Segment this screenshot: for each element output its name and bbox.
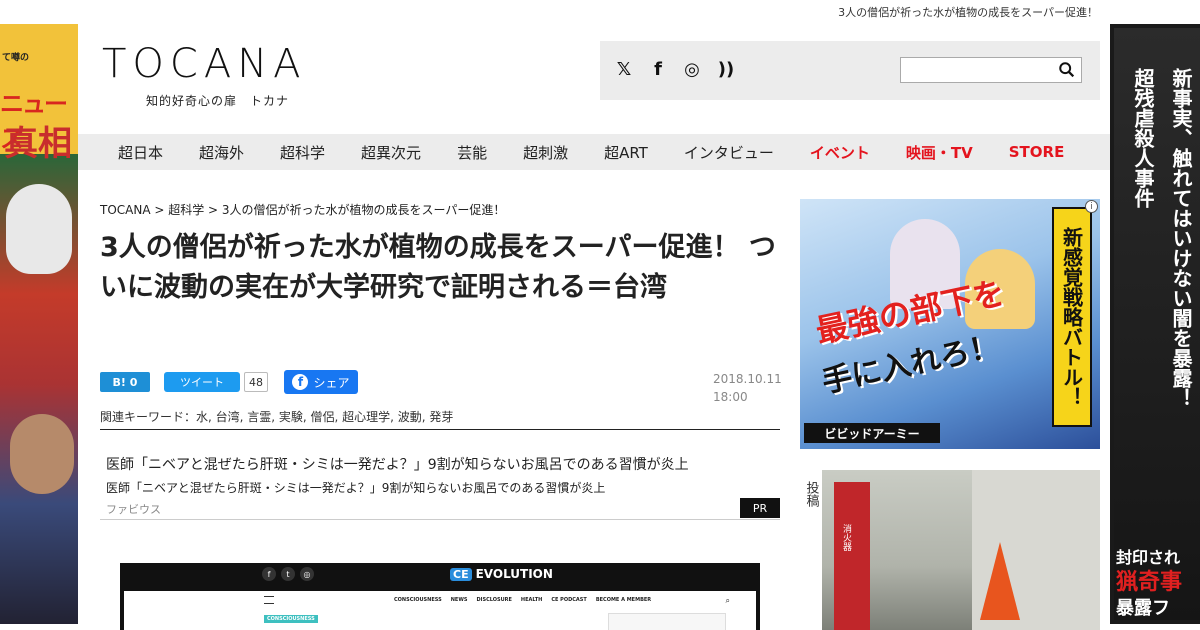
embed-facebook-icon: f — [262, 567, 276, 581]
nav-item-entertainment[interactable]: 芸能 — [457, 142, 487, 163]
rss-icon[interactable]: )) — [716, 59, 736, 81]
hatena-bookmark-button[interactable]: B! 0 — [100, 372, 150, 392]
main-nav: 超日本 超海外 超科学 超異次元 芸能 超刺激 超ART インタビュー イベント… — [78, 134, 1110, 170]
embed-menu-icon — [264, 596, 274, 604]
embed-search-icon: ⌕ — [725, 596, 730, 605]
embed-menu-item: CONSCIOUSNESS — [394, 597, 442, 603]
social-links: 𝕏 f ◎ )) — [614, 59, 736, 81]
pr-tag: PR — [740, 498, 780, 518]
embed-menu: CONSCIOUSNESS NEWS DISCLOSURE HEALTH CE … — [394, 597, 651, 603]
facebook-icon[interactable]: f — [648, 59, 668, 81]
header-tools: 𝕏 f ◎ )) — [600, 41, 1100, 100]
right-ad-bottom-3: 暴露フ — [1116, 598, 1170, 619]
right-side-ad[interactable]: 超残虐殺人事件 新事実、触れてはいけない闇を暴露！ 封印され 猟奇事 暴露フ — [1110, 24, 1200, 624]
embed-logo-badge: CE — [450, 567, 472, 581]
left-ad-face-image — [10, 414, 74, 494]
facebook-icon: f — [292, 374, 309, 390]
article-date: 2018.10.11 18:00 — [713, 370, 782, 406]
ad-brand: ビビッドアーミー — [804, 423, 940, 443]
facebook-share-button[interactable]: f シェア — [284, 370, 358, 394]
left-ad-text-1: て噂の — [2, 53, 30, 63]
embed-instagram-icon: ◎ — [300, 567, 314, 581]
pr-source: ファビウス — [106, 503, 161, 516]
left-ad-mask-image — [6, 184, 72, 274]
nav-item-japan[interactable]: 超日本 — [118, 142, 163, 163]
embedded-screenshot: f t ◎ CE EVOLUTION CONSCIOUSNESS NEWS DI… — [120, 563, 760, 630]
nav-item-event[interactable]: イベント — [810, 142, 870, 163]
article-date-day: 2018.10.11 — [713, 372, 782, 386]
embed-social-icons: f t ◎ — [262, 567, 314, 581]
pr-subline[interactable]: 医師「ニベアと混ぜたら肝斑・シミは一発だよ？」9割が知らないお風呂でのある習慣が… — [106, 479, 605, 496]
embed-menu-item: DISCLOSURE — [476, 597, 512, 603]
breadcrumb[interactable]: TOCANA > 超科学 > 3人の僧侶が祈った水が植物の成長をスーパー促進！ — [100, 201, 505, 218]
nav-item-stimulus[interactable]: 超刺激 — [523, 142, 568, 163]
embed-menu-item: NEWS — [450, 597, 468, 603]
embed-twitter-icon: t — [281, 567, 295, 581]
nav-item-store[interactable]: STORE — [1009, 143, 1065, 161]
nav-item-movie-tv[interactable]: 映画・TV — [906, 142, 973, 163]
nav-item-science[interactable]: 超科学 — [280, 142, 325, 163]
search-box — [900, 57, 1082, 83]
twitter-icon[interactable]: 𝕏 — [614, 59, 634, 81]
nav-item-dimension[interactable]: 超異次元 — [361, 142, 421, 163]
tweet-count: 48 — [244, 372, 268, 392]
embed-menu-item: BECOME A MEMBER — [595, 597, 652, 603]
article-title: 3人の僧侶が祈った水が植物の成長をスーパー促進！ ついに波動の実在が大学研究で証… — [100, 232, 776, 303]
post-label: 投稿 — [800, 470, 822, 518]
tweet-label: ツイート — [180, 376, 224, 389]
embed-menu-item: HEALTH — [520, 597, 543, 603]
tweet-button[interactable]: ツイート — [164, 372, 240, 392]
left-side-ad[interactable]: て噂の ニュース 真相 — [0, 24, 78, 624]
ad-info-icon[interactable]: i — [1085, 200, 1098, 213]
nav-item-overseas[interactable]: 超海外 — [199, 142, 244, 163]
right-ad-column-2: 新事実、触れてはいけない闇を暴露！ — [1169, 68, 1193, 408]
related-keywords[interactable]: 関連キーワード：水, 台湾, 言霊, 実験, 僧侶, 超心理学, 波動, 発芽 — [100, 408, 780, 430]
traffic-cone — [980, 542, 1020, 620]
fire-extinguisher-box: 消火器 — [834, 482, 870, 630]
facebook-share-label: シェア — [313, 375, 350, 390]
instagram-icon[interactable]: ◎ — [682, 59, 702, 81]
right-ad-bottom-2: 猟奇事 — [1116, 570, 1183, 595]
embed-logo: CE EVOLUTION — [450, 567, 553, 581]
logo-subtitle: 知的好奇心の扉 トカナ — [146, 94, 290, 108]
site-tagline: 3人の僧侶が祈った水が植物の成長をスーパー促進！ — [838, 6, 1098, 19]
site-logo[interactable]: TOCANA 知的好奇心の扉 トカナ — [102, 42, 307, 109]
embed-page: CONSCIOUSNESS NEWS DISCLOSURE HEALTH CE … — [124, 591, 756, 630]
embed-logo-text: EVOLUTION — [475, 567, 553, 581]
nav-item-art[interactable]: 超ART — [604, 142, 648, 163]
search-input[interactable] — [901, 58, 1051, 82]
embed-category-badge: CONSCIOUSNESS — [264, 615, 318, 623]
pr-ad-block[interactable]: 医師「ニベアと混ぜたら肝斑・シミは一発だよ？」9割が知らないお風呂でのある習慣が… — [100, 448, 780, 520]
embed-ad-slot — [608, 613, 726, 630]
sidebar-game-ad[interactable]: 新感覚戦略バトル！ 最強の部下を 手に入れろ！ ビビッドアーミー i — [800, 199, 1100, 449]
sidebar-photo[interactable]: 消火器 — [822, 470, 1100, 630]
left-ad-text-3: 真相 — [4, 124, 72, 164]
nav-item-interview[interactable]: インタビュー — [684, 142, 774, 163]
logo-wordmark: TOCANA — [102, 41, 307, 87]
fire-extinguisher-label: 消火器 — [841, 524, 851, 551]
share-bar: B! 0 ツイート 48 f シェア — [100, 370, 358, 394]
search-icon[interactable] — [1058, 61, 1076, 79]
embed-menu-item: CE PODCAST — [551, 597, 587, 603]
page: て噂の ニュース 真相 超残虐殺人事件 新事実、触れてはいけない闇を暴露！ 封印… — [0, 0, 1200, 630]
ad-banner-text: 新感覚戦略バトル！ — [1052, 207, 1092, 427]
right-ad-column-1: 超残虐殺人事件 — [1131, 68, 1155, 208]
article-date-time: 18:00 — [713, 390, 748, 404]
pr-headline[interactable]: 医師「ニベアと混ぜたら肝斑・シミは一発だよ？」9割が知らないお風呂でのある習慣が… — [106, 454, 689, 474]
